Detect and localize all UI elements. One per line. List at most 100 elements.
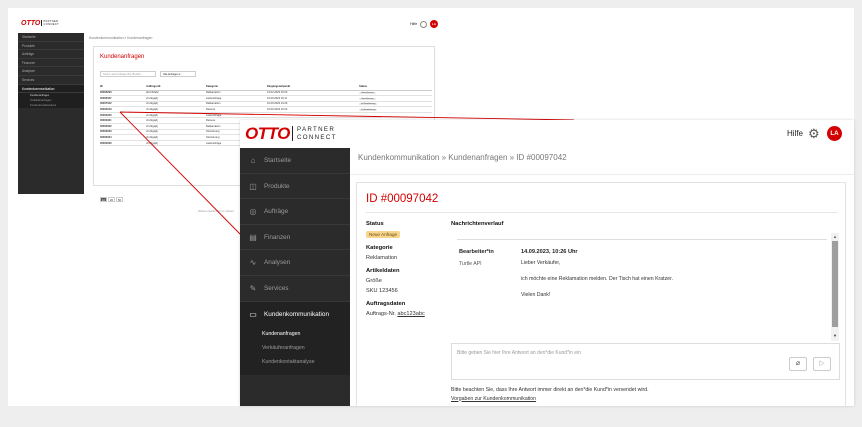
category-label: Kategorie [366,245,393,251]
sidebar-item-services[interactable]: ✎ Services [240,276,350,302]
reply-note: Bitte beachten Sie, dass Ihre Antwort im… [451,386,649,403]
mini-partner-connect: PARTNER CONNECT [41,20,60,27]
mini-subitem-kundenkontaktanalyse[interactable]: Kundenkontaktanalyse [18,103,84,109]
scroll-up-icon[interactable]: ▲ [831,234,839,239]
breadcrumb: Kundenkommunikation » Kundenanfragen » I… [358,153,567,162]
message-divider [457,239,827,240]
mini-sidebar-item-produkte[interactable]: Produkte [18,42,84,51]
category-value: Reklamation [366,255,398,261]
mini-help-link[interactable]: Hilfe [410,22,417,26]
mini-filter-value: Alle Anfragen [163,73,179,76]
mini-col-category[interactable]: Kategorie [206,83,268,91]
message-sender: Turtle API [459,261,482,267]
message-scrollbar[interactable]: ▲ ▼ [831,233,839,341]
mini-panel-title: Kundenanfragen [100,54,145,60]
chart-icon: ∿ [249,258,257,268]
sidebar-item-label: Services [264,284,289,292]
attach-button[interactable]: ⌀ [789,357,807,371]
mini-pager-10[interactable]: 10 [100,197,107,202]
subitem-kundenkontaktanalyse[interactable]: Kundenkontaktanalyse [240,355,350,370]
mini-partner-line2: CONNECT [43,23,60,27]
message-area: Bearbeiter*in 14.09.2023, 10:26 Uhr Turt… [451,233,831,341]
sidebar-item-finanzen[interactable]: ▤ Finanzen [240,225,350,251]
sidebar-item-label: Finanzen [264,233,291,241]
status-badge: Neue Anfrage [366,231,401,238]
partner-line1: PARTNER [297,126,336,133]
logo-text: OTTO [245,124,290,143]
guidelines-link[interactable]: Vorgaben zur Kundenkommunikation [451,395,649,404]
mini-sidebar: Startseite Produkte Aufträge Finanzen An… [18,33,84,194]
mini-breadcrumb: Kundenkommunikation » Kundenanfragen [89,36,153,40]
title-divider [366,212,838,213]
mini-status-badge: In Bearbeitung [359,109,378,112]
page-title: ID #00097042 [366,193,439,205]
sidebar-item-kundenkommunikation[interactable]: ▭ Kundenkommunikation [240,301,350,328]
subitem-verkaeuferanfragen[interactable]: Verkäuferanfragen [240,341,350,356]
article-label: Artikeldaten [366,268,400,274]
mini-search-input[interactable]: Suche nach Anfrage-IDs, Bestell... [100,71,156,77]
order-info: Auftrags-Nr. abc123abc [366,311,446,317]
canvas: OTTO PARTNER CONNECT Hilfe LA Startseite… [8,8,854,406]
mini-avatar[interactable]: LA [430,20,438,28]
sidebar-item-analysen[interactable]: ∿ Analysen [240,250,350,276]
request-detail-card: ID #00097042 Status Neue Anfrage Kategor… [356,182,846,406]
header-divider [350,174,854,175]
sidebar-item-label: Analysen [264,259,291,267]
mini-sidebar-item-analysen[interactable]: Analysen [18,67,84,76]
reply-field[interactable]: Bitte geben Sie hier Ihre Antwort an den… [451,343,840,380]
mini-status-badge: In Bearbeitung [359,103,378,106]
otto-logo[interactable]: OTTO PARTNER CONNECT [245,125,335,143]
mini-sidebar-item-kundenkommunikation[interactable]: Kundenkommunikation [18,84,84,94]
message-line: Vielen Dank! [521,292,551,299]
sidebar-item-auftraege[interactable]: ◎ Aufträge [240,199,350,225]
mini-sidebar-item-finanzen[interactable]: Finanzen [18,59,84,68]
sidebar-item-produkte[interactable]: ◫ Produkte [240,174,350,200]
gear-icon[interactable]: ⚙ [808,127,821,140]
sidebar-sub-spacer [240,369,350,376]
mini-col-status[interactable]: Status [359,83,432,91]
sidebar-item-label: Kundenkommunikation [264,310,330,318]
mini-cell-order: cln-fkgsjdj [146,140,206,147]
mini-pager-50[interactable]: 50 [116,197,123,202]
mini-col-id[interactable]: ID [100,83,147,91]
mini-col-time[interactable]: Eingangszeitpunkt [267,83,360,91]
mini-sidebar-item-services[interactable]: Services [18,76,84,85]
mini-col-order[interactable]: Auftrags-Nr. [146,83,206,91]
avatar[interactable]: LA [827,126,842,141]
message-date: 14.09.2023, 10:26 Uhr [521,249,578,255]
message-line: ich möchte eine Reklamation melden. Der … [521,276,673,283]
box-icon: ◫ [249,181,257,191]
order-link[interactable]: abc123abc [397,311,424,317]
scroll-down-icon[interactable]: ▼ [831,333,839,338]
sidebar-item-startseite[interactable]: ⌂ Startseite [240,148,350,174]
detail-screenshot: OTTO PARTNER CONNECT Hilfe ⚙ LA ⌂ Startse… [240,120,854,406]
mini-pager-20[interactable]: 20 [108,197,115,202]
mini-hint: Weitere Nachrichten im Verlauf [198,210,234,213]
orders-icon: ◎ [249,207,257,217]
sidebar-item-label: Startseite [264,157,291,164]
scroll-thumb[interactable] [832,241,838,327]
mini-sidebar-item-startseite[interactable]: Startseite [18,33,84,42]
message-history: Bearbeiter*in 14.09.2023, 10:26 Uhr Turt… [451,233,840,341]
send-button[interactable]: ▷ [813,357,831,371]
subitem-kundenanfragen[interactable]: Kundenanfragen [240,327,350,342]
mini-gear-icon[interactable] [420,21,427,28]
send-icon: ▷ [819,360,825,367]
topbar: OTTO PARTNER CONNECT Hilfe ⚙ LA [240,120,854,148]
message-author-label: Bearbeiter*in [459,249,494,255]
order-label: Auftragsdaten [366,301,406,307]
mini-otto-logo[interactable]: OTTO PARTNER CONNECT [21,20,59,28]
sku-value: SKU 123456 [366,288,398,294]
help-link[interactable]: Hilfe [787,129,803,138]
mini-sidebar-item-auftraege[interactable]: Aufträge [18,50,84,59]
mini-pager: 10 20 50 [100,197,124,202]
chat-icon: ▭ [249,309,257,319]
mini-status-badge: Geschlossen [359,92,376,95]
mini-cell-id: 00003036 [100,140,147,147]
mini-topbar: OTTO PARTNER CONNECT Hilfe LA [18,16,442,33]
mini-filter-select[interactable]: Alle Anfragen ▾ [160,71,196,77]
partner-connect: PARTNER CONNECT [292,126,337,141]
services-icon: ✎ [249,283,257,293]
size-value: Größe [366,278,382,284]
mini-logo-text: OTTO [21,20,41,27]
